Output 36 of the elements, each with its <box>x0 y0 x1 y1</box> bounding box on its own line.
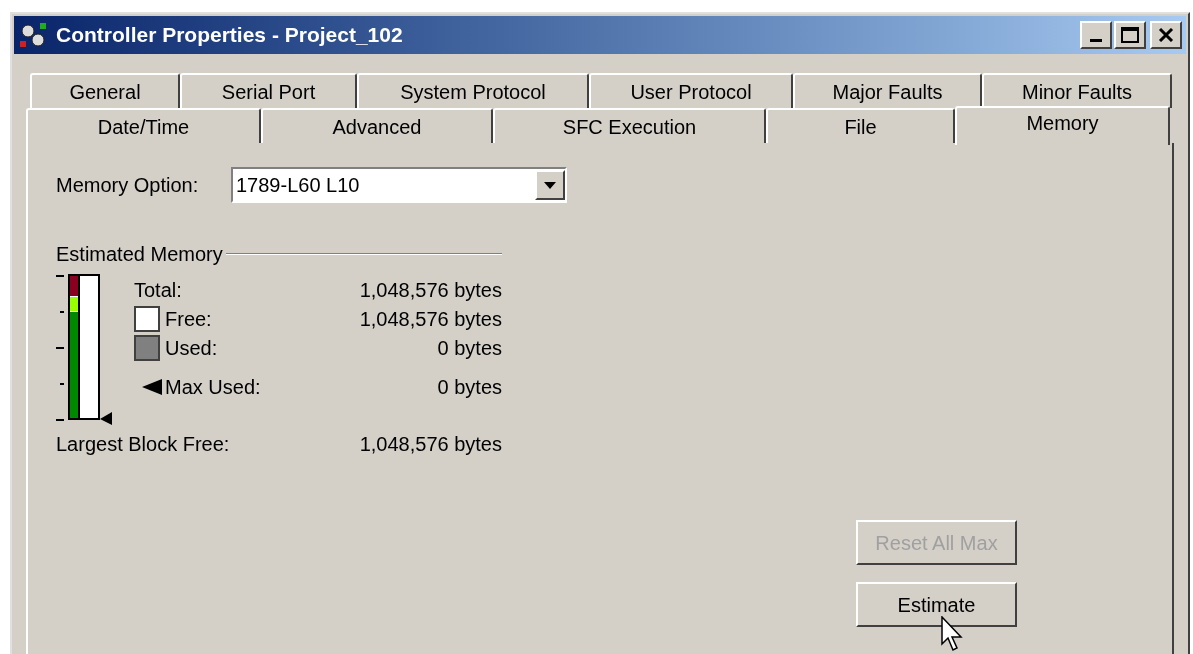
tab[interactable]: Minor Faults <box>982 73 1172 108</box>
field-label: Largest Block Free: <box>56 432 230 457</box>
triangle-marker-icon <box>142 378 162 395</box>
minimize-icon <box>1090 39 1102 42</box>
dropdown-arrow-button[interactable] <box>535 170 565 200</box>
field-value: 0 bytes <box>437 374 502 400</box>
maximize-icon <box>1121 27 1139 43</box>
field-value: 0 bytes <box>437 335 502 361</box>
tab[interactable]: Major Faults <box>793 73 982 108</box>
maximize-button[interactable] <box>1114 21 1146 49</box>
caret-icon <box>544 181 556 189</box>
field-label: Memory Option: <box>56 173 200 198</box>
field-value: 1,048,576 bytes <box>359 306 502 332</box>
tab[interactable]: Memory <box>955 106 1170 145</box>
tab[interactable]: General <box>30 73 180 108</box>
action-button[interactable]: Estimate <box>856 582 1017 627</box>
field-label: Total: <box>134 277 182 303</box>
tab[interactable]: SFC Execution <box>493 108 766 143</box>
field-label: Free: <box>165 306 212 332</box>
field-value: 1,048,576 bytes <box>359 432 502 457</box>
tab[interactable]: Advanced <box>261 108 493 143</box>
close-button[interactable] <box>1150 21 1182 49</box>
close-icon <box>1158 28 1174 42</box>
field-label: Used: <box>165 335 218 361</box>
field-value: 1,048,576 bytes <box>359 277 502 303</box>
mouse-pointer-icon <box>941 616 965 654</box>
tab[interactable]: Date/Time <box>26 108 261 143</box>
field-label: Max Used: <box>165 374 261 400</box>
tab[interactable]: Serial Port <box>180 73 357 108</box>
tab[interactable]: File <box>766 108 955 143</box>
tab[interactable]: User Protocol <box>589 73 793 108</box>
minimize-button[interactable] <box>1080 21 1112 49</box>
memory-option-dropdown[interactable]: 1789-L60 L10 <box>231 167 567 203</box>
window-title: Controller Properties - Project_102 <box>56 22 403 49</box>
tab[interactable]: System Protocol <box>357 73 589 108</box>
group-title: Estimated Memory <box>56 242 223 267</box>
